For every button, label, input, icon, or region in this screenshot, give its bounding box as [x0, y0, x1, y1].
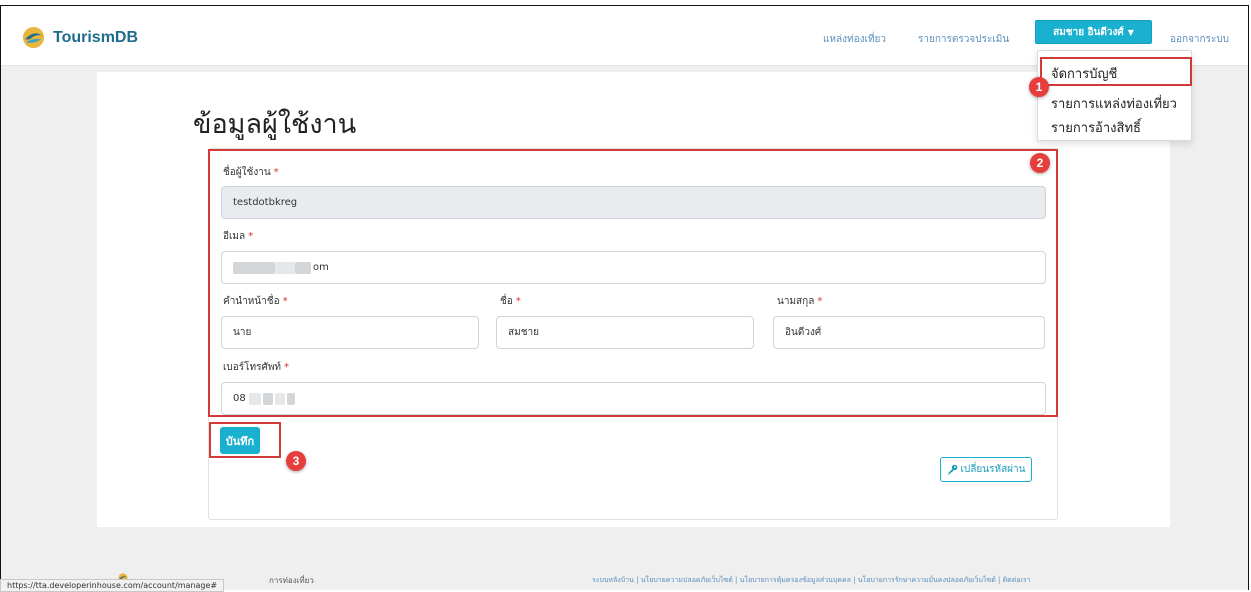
step-marker-3: 3 — [286, 451, 306, 471]
highlight-box-manage-account — [1040, 57, 1192, 86]
dropdown-item-claim-list[interactable]: รายการอ้างสิทธิ์ — [1051, 117, 1141, 138]
key-icon — [947, 464, 957, 475]
nav-link-attractions[interactable]: แหล่งท่องเที่ยว — [823, 32, 886, 47]
footer-links[interactable]: ระบบหลังบ้าน | นโยบายความปลอดภัยเว็บไซต์… — [592, 575, 1031, 586]
brand-logo-icon — [22, 26, 45, 49]
step-marker-1: 1 — [1029, 77, 1049, 97]
dropdown-item-attraction-list[interactable]: รายการแหล่งท่องเที่ยว — [1051, 93, 1177, 114]
footer-org-text: การท่องเที่ยว — [269, 576, 314, 585]
nav-link-logout[interactable]: ออกจากระบบ — [1170, 32, 1229, 47]
highlight-box-save — [209, 422, 281, 458]
change-password-label: เปลี่ยนรหัสผ่าน — [960, 464, 1026, 475]
change-password-button[interactable]: เปลี่ยนรหัสผ่าน — [940, 457, 1032, 482]
nav-link-assessments[interactable]: รายการตรวจประเมิน — [918, 32, 1009, 47]
user-menu-button[interactable]: สมชาย อินดีวงศ์ ▼ — [1035, 20, 1152, 44]
brand-name: TourismDB — [53, 28, 139, 46]
highlight-box-profile-fields — [208, 149, 1058, 417]
chevron-down-icon: ▼ — [1127, 27, 1134, 37]
page-title: ข้อมูลผู้ใช้งาน — [193, 109, 357, 140]
user-name: สมชาย อินดีวงศ์ — [1053, 26, 1124, 38]
status-bar-url: https://tta.developerinhouse.com/account… — [0, 579, 225, 592]
step-marker-2: 2 — [1030, 153, 1050, 173]
brand[interactable]: TourismDB — [22, 26, 138, 49]
